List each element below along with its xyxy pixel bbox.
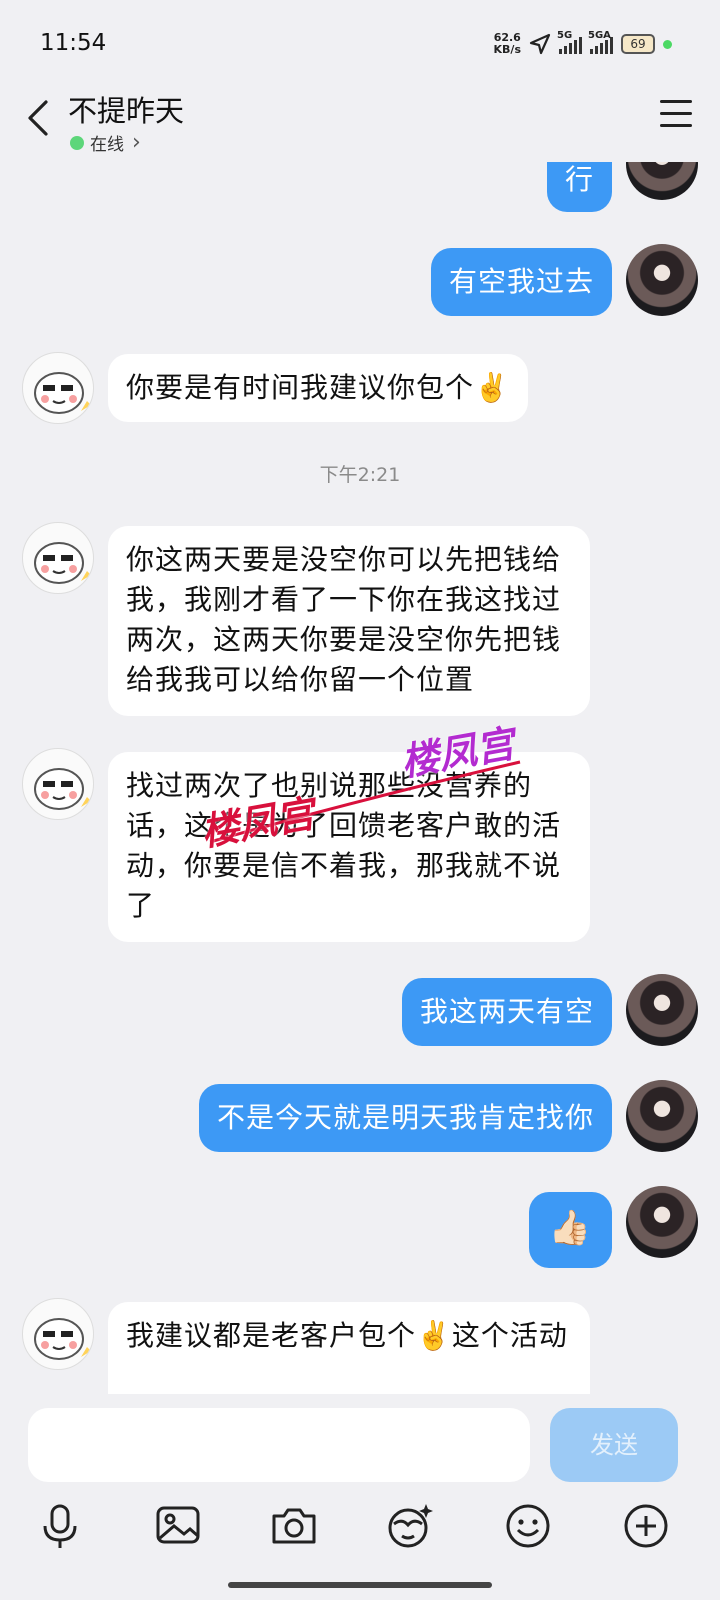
chat-messages[interactable]: 行 有空我过去 你要是有时间我建议你包个✌️ 下午2:21 你这两天要是没空你可… — [0, 162, 720, 1394]
my-avatar[interactable] — [626, 162, 698, 200]
send-button[interactable]: 发送 — [550, 1408, 678, 1482]
message-row: 我建议都是老客户包个✌️这个活动 — [0, 1298, 720, 1394]
message-bubble-incoming[interactable]: 我建议都是老客户包个✌️这个活动 — [108, 1302, 590, 1394]
message-bubble-outgoing[interactable]: 行 — [546, 162, 612, 212]
emoji-button[interactable] — [500, 1498, 556, 1554]
input-area: 发送 — [0, 1394, 720, 1600]
sticker-icon — [388, 1504, 433, 1548]
online-status[interactable]: 在线 › — [70, 130, 141, 155]
contact-avatar[interactable] — [22, 352, 94, 424]
network-speed: 62.6 KB/s — [494, 32, 521, 56]
message-bubble-outgoing[interactable]: 有空我过去 — [430, 248, 612, 316]
message-row: 行 — [0, 162, 720, 214]
chat-header: 不提昨天 在线 › — [0, 80, 720, 162]
status-time: 11:54 — [40, 30, 107, 56]
message-row: 不是今天就是明天我肯定找你 — [0, 1080, 720, 1156]
sticker-button[interactable] — [382, 1498, 438, 1554]
contact-name[interactable]: 不提昨天 — [68, 88, 184, 130]
camera-icon — [272, 1508, 316, 1544]
battery-icon: 69 — [621, 34, 655, 54]
toolbar — [0, 1498, 720, 1568]
location-arrow-icon — [529, 33, 551, 55]
my-avatar[interactable] — [626, 974, 698, 1046]
back-button[interactable] — [24, 98, 54, 138]
camera-button[interactable] — [266, 1498, 322, 1554]
message-row: 我这两天有空 — [0, 974, 720, 1050]
chevron-right-icon: › — [132, 130, 141, 155]
contact-avatar[interactable] — [22, 1298, 94, 1370]
message-row: 你这两天要是没空你可以先把钱给我，我刚才看了一下你在我这找过两次，这两天你要是没… — [0, 522, 720, 716]
my-avatar[interactable] — [626, 1186, 698, 1258]
signal-5g-icon: 5G — [557, 30, 582, 54]
contact-avatar[interactable] — [22, 522, 94, 594]
contact-avatar[interactable] — [22, 748, 94, 820]
time-divider: 下午2:21 — [319, 464, 401, 486]
privacy-dot-icon — [663, 39, 672, 49]
more-button[interactable] — [618, 1498, 674, 1554]
emoji-icon — [506, 1504, 550, 1548]
image-icon — [156, 1506, 200, 1544]
online-dot-icon — [70, 135, 84, 150]
menu-button[interactable] — [660, 100, 694, 130]
message-row: 有空我过去 — [0, 244, 720, 320]
online-status-label: 在线 — [90, 135, 124, 155]
menu-icon — [660, 100, 694, 127]
cartoon-cat-avatar-icon — [34, 768, 91, 810]
status-bar: 11:54 62.6 KB/s 5G 5GA 69 — [0, 0, 720, 90]
cartoon-cat-avatar-icon — [34, 1318, 91, 1360]
message-bubble-incoming[interactable]: 你这两天要是没空你可以先把钱给我，我刚才看了一下你在我这找过两次，这两天你要是没… — [108, 526, 590, 716]
chevron-left-icon — [28, 100, 48, 136]
home-indicator[interactable] — [228, 1582, 492, 1588]
signal-5ga-label: 5GA — [588, 30, 611, 41]
message-bubble-outgoing[interactable]: 我这两天有空 — [401, 978, 612, 1046]
signal-5ga-icon: 5GA — [588, 30, 613, 54]
my-avatar[interactable] — [626, 1080, 698, 1152]
gallery-button[interactable] — [150, 1498, 206, 1554]
message-row: 你要是有时间我建议你包个✌️ — [0, 352, 720, 426]
message-bubble-outgoing[interactable]: 👍🏻 — [528, 1192, 612, 1268]
network-speed-unit: KB/s — [493, 43, 521, 56]
message-row: 👍🏻 — [0, 1186, 720, 1268]
my-avatar[interactable] — [626, 244, 698, 316]
microphone-icon — [43, 1504, 77, 1548]
message-bubble-incoming[interactable]: 你要是有时间我建议你包个✌️ — [108, 354, 528, 422]
message-input[interactable] — [28, 1408, 530, 1482]
status-icons: 62.6 KB/s 5G 5GA 69 — [494, 30, 672, 56]
cartoon-cat-avatar-icon — [34, 542, 91, 584]
message-bubble-outgoing[interactable]: 不是今天就是明天我肯定找你 — [198, 1084, 612, 1152]
signal-5g-label: 5G — [557, 30, 573, 41]
cartoon-cat-avatar-icon — [34, 372, 91, 414]
voice-button[interactable] — [32, 1498, 88, 1554]
plus-icon — [624, 1504, 668, 1548]
